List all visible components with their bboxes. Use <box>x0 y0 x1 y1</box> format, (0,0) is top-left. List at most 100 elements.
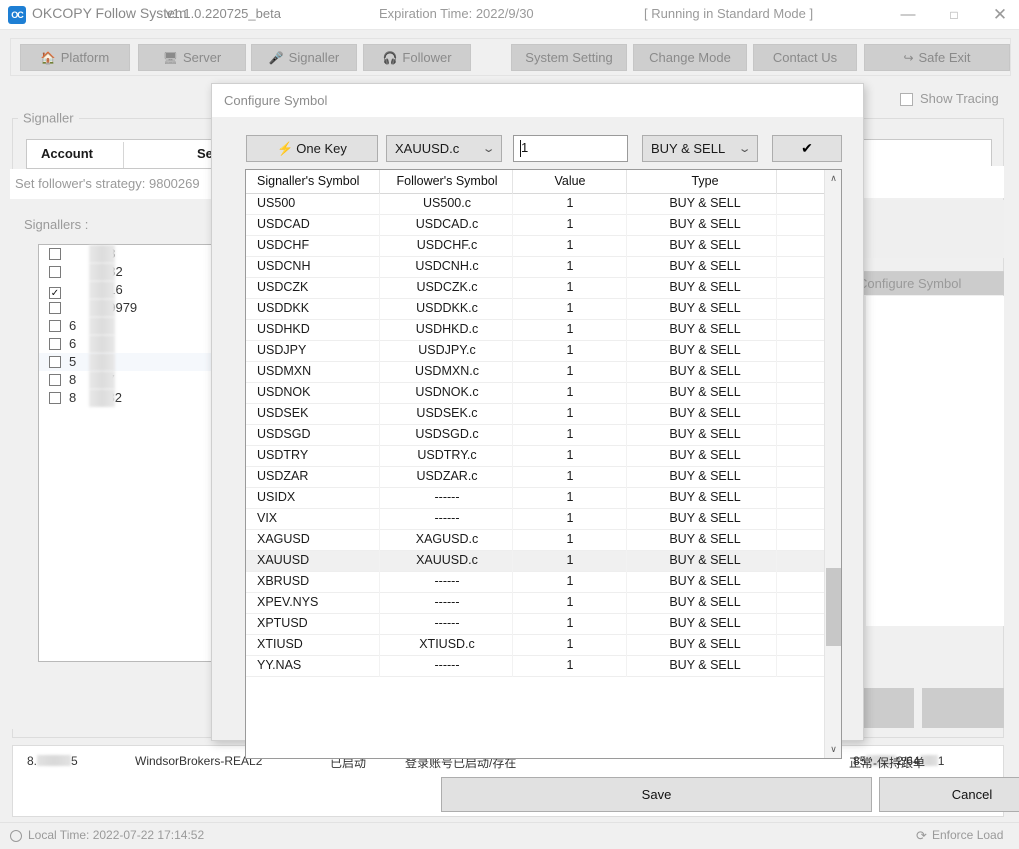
cell-follower-symbol: XAGUSD.c <box>415 532 479 546</box>
cell-divider <box>776 215 777 236</box>
checkbox-box[interactable]: ✓ <box>49 287 61 299</box>
type-select[interactable]: BUY & SELL ⌄ <box>642 135 758 162</box>
table-row[interactable]: USDSGD USDSGD.c 1 BUY & SELL <box>246 425 824 446</box>
toolbar-signaller-button[interactable]: 🎤 Signaller <box>251 44 357 71</box>
table-row[interactable]: USDCHF USDCHF.c 1 BUY & SELL <box>246 236 824 257</box>
scroll-down-icon[interactable]: ∨ <box>825 741 841 758</box>
table-row[interactable]: XAUUSD XAUUSD.c 1 BUY & SELL <box>246 551 824 572</box>
cell-signaller-symbol: XBRUSD <box>257 574 310 588</box>
list-item[interactable]: ✓616 <box>39 281 213 299</box>
toolbar-follower-button[interactable]: 🎧 Follower <box>363 44 471 71</box>
table-row[interactable]: USDMXN USDMXN.c 1 BUY & SELL <box>246 362 824 383</box>
cell-divider <box>626 383 627 404</box>
table-header-row: Signaller's Symbol Follower's Symbol Val… <box>246 170 824 194</box>
toolbar-platform-button[interactable]: 🏠 Platform <box>20 44 130 71</box>
list-item[interactable]: 817 <box>39 371 213 389</box>
configure-symbol-background-button[interactable]: Configure Symbol <box>844 271 1004 295</box>
redaction-mask <box>37 755 72 766</box>
scrollbar-thumb[interactable] <box>826 568 841 646</box>
table-row[interactable]: USDZAR USDZAR.c 1 BUY & SELL <box>246 467 824 488</box>
cell-type: BUY & SELL <box>669 406 741 420</box>
show-tracing-checkbox[interactable]: Show Tracing <box>900 90 1010 110</box>
checkbox-box[interactable] <box>49 374 61 386</box>
table-row[interactable]: USDCZK USDCZK.c 1 BUY & SELL <box>246 278 824 299</box>
table-row[interactable]: USDCAD USDCAD.c 1 BUY & SELL <box>246 215 824 236</box>
table-row[interactable]: XPTUSD ------ 1 BUY & SELL <box>246 614 824 635</box>
table-row[interactable]: XPEV.NYS ------ 1 BUY & SELL <box>246 593 824 614</box>
scroll-up-icon[interactable]: ∧ <box>825 170 841 187</box>
list-item[interactable]: 28 <box>39 245 213 263</box>
table-row[interactable]: USDHKD USDHKD.c 1 BUY & SELL <box>246 320 824 341</box>
one-key-button[interactable]: ⚡ One Key <box>246 135 378 162</box>
toolbar-contact-us-button[interactable]: Contact Us <box>753 44 857 71</box>
checkbox-box[interactable] <box>49 248 61 260</box>
table-scrollbar[interactable]: ∧ ∨ <box>824 170 841 758</box>
table-row[interactable]: XAGUSD XAGUSD.c 1 BUY & SELL <box>246 530 824 551</box>
checkbox-box[interactable] <box>49 266 61 278</box>
table-row[interactable]: US500 US500.c 1 BUY & SELL <box>246 194 824 215</box>
list-item[interactable]: 64 <box>39 317 213 335</box>
table-row[interactable]: USDTRY USDTRY.c 1 BUY & SELL <box>246 446 824 467</box>
list-item[interactable]: 8282 <box>39 389 213 407</box>
cell-follower-symbol: USDDKK.c <box>416 301 478 315</box>
cell-type: BUY & SELL <box>669 574 741 588</box>
cell-divider <box>379 530 380 551</box>
checkbox-box[interactable] <box>49 392 61 404</box>
cell-divider <box>379 656 380 677</box>
table-row[interactable]: USDDKK USDDKK.c 1 BUY & SELL <box>246 299 824 320</box>
list-item[interactable]: 79979 <box>39 299 213 317</box>
toolbar-server-button[interactable]: 🖥 Server <box>138 44 246 71</box>
cell-signaller-symbol: USDCAD <box>257 217 310 231</box>
table-row[interactable]: USDCNH USDCNH.c 1 BUY & SELL <box>246 257 824 278</box>
toolbar-change-mode-button[interactable]: Change Mode <box>633 44 747 71</box>
value-input[interactable]: 1 <box>513 135 628 162</box>
table-row[interactable]: XBRUSD ------ 1 BUY & SELL <box>246 572 824 593</box>
maximize-button[interactable]: □ <box>931 0 977 30</box>
table-row[interactable]: XTIUSD XTIUSD.c 1 BUY & SELL <box>246 635 824 656</box>
account-prefix: 6 <box>69 336 77 351</box>
list-item[interactable]: 382 <box>39 263 213 281</box>
checkbox-box[interactable] <box>900 93 913 106</box>
checkbox-box[interactable] <box>49 320 61 332</box>
symbol-select[interactable]: XAUUSD.c ⌄ <box>386 135 502 162</box>
column-header-type[interactable]: Type <box>634 174 776 188</box>
status-server-cell: WindsorBrokers-REAL2 <box>135 754 263 768</box>
cell-follower-symbol: ------ <box>434 616 460 630</box>
save-button[interactable]: Save <box>441 777 872 812</box>
refresh-icon[interactable]: ⟳ <box>916 828 927 844</box>
signallers-list[interactable]: 28382✓616799796461588178282 <box>38 244 213 662</box>
cell-divider <box>512 278 513 299</box>
table-row[interactable]: USDJPY USDJPY.c 1 BUY & SELL <box>246 341 824 362</box>
column-header-follower-symbol[interactable]: Follower's Symbol <box>382 174 512 188</box>
column-header-value[interactable]: Value <box>516 174 624 188</box>
list-item[interactable]: 61 <box>39 335 213 353</box>
enforce-load-button[interactable]: Enforce Load <box>932 828 1019 842</box>
toolbar-signaller-label: Signaller <box>288 50 340 65</box>
cell-type: BUY & SELL <box>669 343 741 357</box>
checkbox-box[interactable] <box>49 356 61 368</box>
table-row[interactable]: USIDX ------ 1 BUY & SELL <box>246 488 824 509</box>
checkbox-box[interactable] <box>49 302 61 314</box>
background-action-button-secondary[interactable] <box>922 688 1004 728</box>
toolbar-system-setting-button[interactable]: System Setting <box>511 44 627 71</box>
table-row[interactable]: VIX ------ 1 BUY & SELL <box>246 509 824 530</box>
table-row[interactable]: YY.NAS ------ 1 BUY & SELL <box>246 656 824 677</box>
minimize-button[interactable]: — <box>885 0 931 30</box>
column-header-signaller-symbol[interactable]: Signaller's Symbol <box>257 174 359 188</box>
cell-value: 1 <box>566 280 574 294</box>
cell-divider <box>776 530 777 551</box>
list-item[interactable]: 58 <box>39 353 213 371</box>
close-button[interactable]: ✕ <box>977 0 1019 30</box>
apply-button[interactable]: ✔ <box>772 135 842 162</box>
table-row[interactable]: USDSEK USDSEK.c 1 BUY & SELL <box>246 404 824 425</box>
checkbox-box[interactable] <box>49 338 61 350</box>
table-row[interactable]: USDNOK USDNOK.c 1 BUY & SELL <box>246 383 824 404</box>
redaction-mask <box>89 317 115 335</box>
cancel-button[interactable]: Cancel <box>879 777 1019 812</box>
cell-signaller-symbol: XPEV.NYS <box>257 595 319 609</box>
cell-divider <box>626 635 627 656</box>
cell-divider <box>379 215 380 236</box>
one-key-label: One Key <box>296 141 347 156</box>
cell-divider <box>776 236 777 257</box>
toolbar-safe-exit-button[interactable]: ↪ Safe Exit <box>864 44 1010 71</box>
